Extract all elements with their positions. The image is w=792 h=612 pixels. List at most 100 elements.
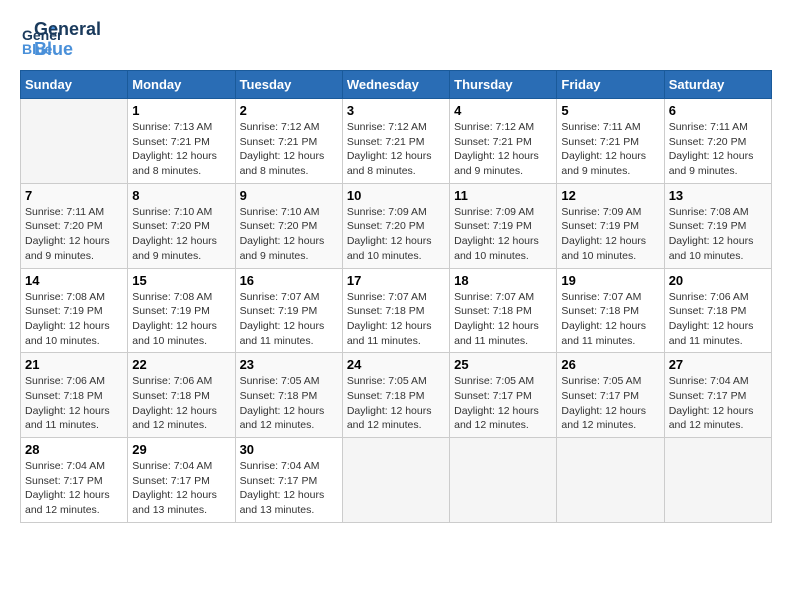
day-info: Sunrise: 7:06 AM Sunset: 7:18 PM Dayligh… [25, 374, 123, 433]
day-info: Sunrise: 7:06 AM Sunset: 7:18 PM Dayligh… [669, 290, 767, 349]
day-info: Sunrise: 7:07 AM Sunset: 7:19 PM Dayligh… [240, 290, 338, 349]
day-info: Sunrise: 7:05 AM Sunset: 7:17 PM Dayligh… [561, 374, 659, 433]
day-number: 13 [669, 188, 767, 203]
day-info: Sunrise: 7:13 AM Sunset: 7:21 PM Dayligh… [132, 120, 230, 179]
day-info: Sunrise: 7:11 AM Sunset: 7:20 PM Dayligh… [25, 205, 123, 264]
day-info: Sunrise: 7:12 AM Sunset: 7:21 PM Dayligh… [347, 120, 445, 179]
day-info: Sunrise: 7:05 AM Sunset: 7:17 PM Dayligh… [454, 374, 552, 433]
day-number: 8 [132, 188, 230, 203]
calendar-cell: 10 Sunrise: 7:09 AM Sunset: 7:20 PM Dayli… [342, 183, 449, 268]
day-number: 24 [347, 357, 445, 372]
calendar-cell: 9Sunrise: 7:10 AM Sunset: 7:20 PM Daylig… [235, 183, 342, 268]
page-header: General Blue General Blue [20, 20, 772, 60]
calendar-cell: 19 Sunrise: 7:07 AM Sunset: 7:18 PM Dayli… [557, 268, 664, 353]
day-number: 11 [454, 188, 552, 203]
day-number: 28 [25, 442, 123, 457]
calendar-cell: 20Sunrise: 7:06 AM Sunset: 7:18 PM Dayli… [664, 268, 771, 353]
day-info: Sunrise: 7:05 AM Sunset: 7:18 PM Dayligh… [240, 374, 338, 433]
day-info: Sunrise: 7:08 AM Sunset: 7:19 PM Dayligh… [25, 290, 123, 349]
calendar-cell: 22 Sunrise: 7:06 AM Sunset: 7:18 PM Dayli… [128, 353, 235, 438]
calendar-week-3: 14 Sunrise: 7:08 AM Sunset: 7:19 PM Dayli… [21, 268, 772, 353]
day-number: 22 [132, 357, 230, 372]
calendar-cell: 23 Sunrise: 7:05 AM Sunset: 7:18 PM Dayli… [235, 353, 342, 438]
day-number: 18 [454, 273, 552, 288]
calendar-cell: 5 Sunrise: 7:11 AM Sunset: 7:21 PM Daylig… [557, 99, 664, 184]
day-number: 9 [240, 188, 338, 203]
calendar-cell [450, 438, 557, 523]
calendar-week-5: 28 Sunrise: 7:04 AM Sunset: 7:17 PM Dayli… [21, 438, 772, 523]
calendar-cell: 12 Sunrise: 7:09 AM Sunset: 7:19 PM Dayli… [557, 183, 664, 268]
day-number: 7 [25, 188, 123, 203]
day-number: 3 [347, 103, 445, 118]
day-info: Sunrise: 7:07 AM Sunset: 7:18 PM Dayligh… [561, 290, 659, 349]
day-number: 14 [25, 273, 123, 288]
day-number: 15 [132, 273, 230, 288]
day-number: 5 [561, 103, 659, 118]
calendar-cell: 16 Sunrise: 7:07 AM Sunset: 7:19 PM Dayli… [235, 268, 342, 353]
calendar-week-4: 21 Sunrise: 7:06 AM Sunset: 7:18 PM Dayli… [21, 353, 772, 438]
weekday-header-saturday: Saturday [664, 71, 771, 99]
weekday-header-sunday: Sunday [21, 71, 128, 99]
day-info: Sunrise: 7:04 AM Sunset: 7:17 PM Dayligh… [669, 374, 767, 433]
calendar-cell: 6 Sunrise: 7:11 AM Sunset: 7:20 PM Daylig… [664, 99, 771, 184]
calendar-cell: 24 Sunrise: 7:05 AM Sunset: 7:18 PM Dayli… [342, 353, 449, 438]
day-info: Sunrise: 7:04 AM Sunset: 7:17 PM Dayligh… [25, 459, 123, 518]
weekday-header-friday: Friday [557, 71, 664, 99]
day-number: 6 [669, 103, 767, 118]
day-info: Sunrise: 7:08 AM Sunset: 7:19 PM Dayligh… [669, 205, 767, 264]
day-number: 29 [132, 442, 230, 457]
calendar-week-2: 7 Sunrise: 7:11 AM Sunset: 7:20 PM Daylig… [21, 183, 772, 268]
day-info: Sunrise: 7:06 AM Sunset: 7:18 PM Dayligh… [132, 374, 230, 433]
calendar-cell: 13 Sunrise: 7:08 AM Sunset: 7:19 PM Dayli… [664, 183, 771, 268]
day-info: Sunrise: 7:07 AM Sunset: 7:18 PM Dayligh… [347, 290, 445, 349]
day-number: 12 [561, 188, 659, 203]
day-info: Sunrise: 7:08 AM Sunset: 7:19 PM Dayligh… [132, 290, 230, 349]
day-number: 25 [454, 357, 552, 372]
calendar-cell: 4Sunrise: 7:12 AM Sunset: 7:21 PM Daylig… [450, 99, 557, 184]
day-info: Sunrise: 7:09 AM Sunset: 7:19 PM Dayligh… [561, 205, 659, 264]
day-number: 21 [25, 357, 123, 372]
calendar-cell: 28 Sunrise: 7:04 AM Sunset: 7:17 PM Dayli… [21, 438, 128, 523]
weekday-header-tuesday: Tuesday [235, 71, 342, 99]
day-info: Sunrise: 7:05 AM Sunset: 7:18 PM Dayligh… [347, 374, 445, 433]
calendar-cell: 30 Sunrise: 7:04 AM Sunset: 7:17 PM Dayli… [235, 438, 342, 523]
logo-general-text: General [34, 20, 101, 40]
day-info: Sunrise: 7:11 AM Sunset: 7:21 PM Dayligh… [561, 120, 659, 179]
calendar-cell: 7 Sunrise: 7:11 AM Sunset: 7:20 PM Daylig… [21, 183, 128, 268]
calendar-cell: 29Sunrise: 7:04 AM Sunset: 7:17 PM Dayli… [128, 438, 235, 523]
day-number: 23 [240, 357, 338, 372]
calendar-cell: 15 Sunrise: 7:08 AM Sunset: 7:19 PM Dayli… [128, 268, 235, 353]
day-info: Sunrise: 7:04 AM Sunset: 7:17 PM Dayligh… [240, 459, 338, 518]
day-number: 30 [240, 442, 338, 457]
calendar-cell [21, 99, 128, 184]
calendar-cell: 25 Sunrise: 7:05 AM Sunset: 7:17 PM Dayli… [450, 353, 557, 438]
day-number: 1 [132, 103, 230, 118]
day-info: Sunrise: 7:12 AM Sunset: 7:21 PM Dayligh… [240, 120, 338, 179]
calendar-cell: 3 Sunrise: 7:12 AM Sunset: 7:21 PM Daylig… [342, 99, 449, 184]
calendar-cell: 2 Sunrise: 7:12 AM Sunset: 7:21 PM Daylig… [235, 99, 342, 184]
day-number: 10 [347, 188, 445, 203]
day-number: 17 [347, 273, 445, 288]
calendar-cell: 17 Sunrise: 7:07 AM Sunset: 7:18 PM Dayli… [342, 268, 449, 353]
weekday-header-thursday: Thursday [450, 71, 557, 99]
calendar-cell: 1 Sunrise: 7:13 AM Sunset: 7:21 PM Daylig… [128, 99, 235, 184]
calendar-week-1: 1 Sunrise: 7:13 AM Sunset: 7:21 PM Daylig… [21, 99, 772, 184]
calendar-cell: 27Sunrise: 7:04 AM Sunset: 7:17 PM Dayli… [664, 353, 771, 438]
calendar-cell: 14 Sunrise: 7:08 AM Sunset: 7:19 PM Dayli… [21, 268, 128, 353]
calendar-cell: 18Sunrise: 7:07 AM Sunset: 7:18 PM Dayli… [450, 268, 557, 353]
calendar-cell: 11 Sunrise: 7:09 AM Sunset: 7:19 PM Dayli… [450, 183, 557, 268]
day-number: 19 [561, 273, 659, 288]
calendar-table: SundayMondayTuesdayWednesdayThursdayFrid… [20, 70, 772, 523]
day-number: 2 [240, 103, 338, 118]
day-number: 16 [240, 273, 338, 288]
logo: General Blue General Blue [20, 20, 101, 60]
weekday-header-wednesday: Wednesday [342, 71, 449, 99]
day-info: Sunrise: 7:09 AM Sunset: 7:20 PM Dayligh… [347, 205, 445, 264]
day-info: Sunrise: 7:12 AM Sunset: 7:21 PM Dayligh… [454, 120, 552, 179]
logo-blue-text: Blue [34, 40, 101, 60]
day-info: Sunrise: 7:09 AM Sunset: 7:19 PM Dayligh… [454, 205, 552, 264]
weekday-header-monday: Monday [128, 71, 235, 99]
calendar-cell: 8Sunrise: 7:10 AM Sunset: 7:20 PM Daylig… [128, 183, 235, 268]
calendar-cell: 21 Sunrise: 7:06 AM Sunset: 7:18 PM Dayli… [21, 353, 128, 438]
day-info: Sunrise: 7:11 AM Sunset: 7:20 PM Dayligh… [669, 120, 767, 179]
